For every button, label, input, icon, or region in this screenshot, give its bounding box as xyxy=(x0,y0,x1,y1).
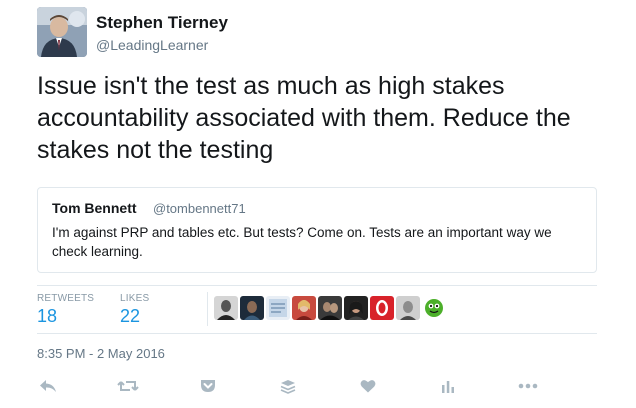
author-handle[interactable]: @LeadingLearner xyxy=(96,37,208,53)
liker-avatar[interactable] xyxy=(292,296,316,320)
like-icon xyxy=(360,380,376,393)
liker-avatar[interactable] xyxy=(396,296,420,320)
stats-separator xyxy=(207,292,208,326)
liker-avatar[interactable] xyxy=(422,296,446,320)
author-avatar-image xyxy=(37,7,87,57)
liker-avatar[interactable] xyxy=(318,296,342,320)
more-button[interactable] xyxy=(517,376,539,396)
stats-top-divider xyxy=(37,285,597,286)
analytics-icon xyxy=(442,381,454,393)
buffer-icon xyxy=(280,379,296,394)
retweets-count[interactable]: 18 xyxy=(37,306,57,327)
pocket-button[interactable] xyxy=(197,376,219,396)
like-button[interactable] xyxy=(357,376,379,396)
liker-avatars xyxy=(214,296,446,320)
liker-avatar[interactable] xyxy=(370,296,394,320)
retweet-button[interactable] xyxy=(117,376,139,396)
author-avatar[interactable] xyxy=(37,7,87,57)
retweets-label: RETWEETS xyxy=(37,293,95,304)
pocket-icon xyxy=(201,380,215,392)
quoted-tweet-text: I'm against PRP and tables etc. But test… xyxy=(52,225,552,259)
liker-avatar[interactable] xyxy=(240,296,264,320)
liker-avatar[interactable] xyxy=(214,296,238,320)
tweet-timestamp[interactable]: 8:35 PM - 2 May 2016 xyxy=(37,346,165,361)
analytics-button[interactable] xyxy=(437,376,459,396)
quoted-tweet-author-name: Tom Bennett xyxy=(52,200,137,216)
author-name[interactable]: Stephen Tierney xyxy=(96,13,228,33)
liker-avatar[interactable] xyxy=(344,296,368,320)
likes-count[interactable]: 22 xyxy=(120,306,140,327)
buffer-button[interactable] xyxy=(277,376,299,396)
likes-label: LIKES xyxy=(120,293,150,304)
liker-avatar[interactable] xyxy=(266,296,290,320)
quoted-tweet[interactable]: Tom Bennett @tombennett71 I'm against PR… xyxy=(37,187,597,273)
quoted-tweet-author-handle: @tombennett71 xyxy=(153,201,246,216)
more-icon xyxy=(518,383,538,389)
stats-bottom-divider xyxy=(37,333,597,334)
tweet-text: Issue isn't the test as much as high sta… xyxy=(37,72,571,164)
retweet-icon xyxy=(117,381,139,391)
reply-button[interactable] xyxy=(37,376,59,396)
reply-icon xyxy=(40,380,56,392)
